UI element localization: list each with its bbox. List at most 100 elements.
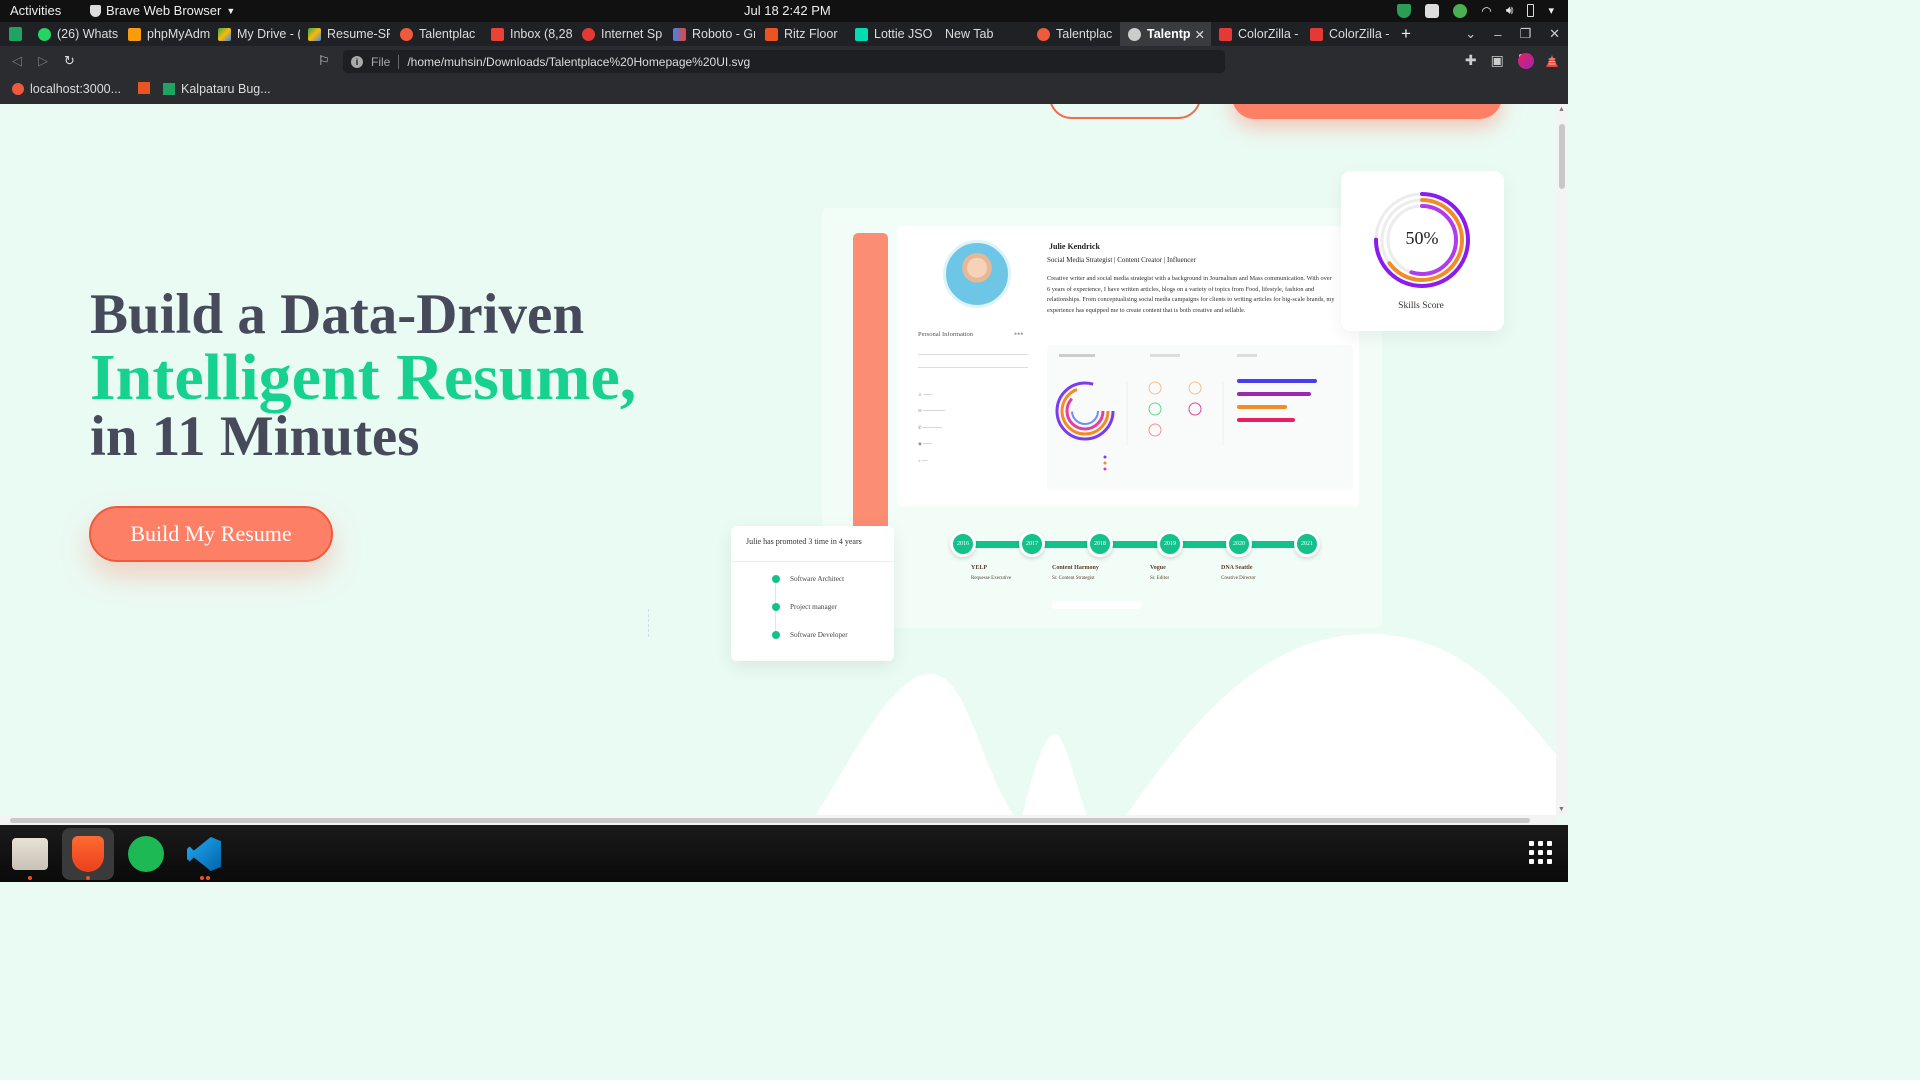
vertical-scrollbar[interactable]: ▲ ▼ (1556, 104, 1568, 815)
tab-talentplace-1[interactable]: Talentplac (392, 22, 482, 46)
decorative-hills (815, 634, 1556, 815)
about-text-placeholder (918, 354, 1028, 368)
colorzilla-icon (1219, 27, 1232, 41)
bookmark-ritz[interactable] (138, 82, 156, 94)
reload-icon[interactable]: ↻ (64, 53, 75, 69)
build-resume-button[interactable]: Build My Resume (89, 506, 333, 562)
avatar (943, 240, 1011, 308)
timeline-tooltip (1052, 601, 1142, 609)
tab-phpmyadmin[interactable]: phpMyAdm (120, 22, 210, 46)
tab-internet-speed[interactable]: Internet Sp (574, 22, 664, 46)
tab-new-tab[interactable]: New Tab (937, 22, 1027, 46)
grammarly-tray-icon[interactable] (1453, 3, 1468, 18)
tab-resume-sf[interactable]: Resume-SF (300, 22, 390, 46)
vscode-icon (187, 837, 221, 871)
promotion-item: Software Architect (772, 575, 844, 583)
spotify-app[interactable] (120, 828, 172, 880)
industry-overview-panel (1047, 345, 1353, 490)
volume-icon[interactable]: 🔊︎ (1506, 3, 1514, 18)
vertical-scroll-thumb[interactable] (1559, 124, 1565, 189)
promotion-item: Project manager (772, 603, 837, 611)
timeline-node: 2020 (1226, 531, 1252, 557)
industry-overview-chart (1055, 354, 1317, 471)
tab-talentplace-2[interactable]: Talentplac (1029, 22, 1119, 46)
restore-icon[interactable]: ❐ (1519, 26, 1531, 42)
ritz-icon (138, 82, 150, 94)
resume-role: Social Media Strategist | Content Creato… (1047, 256, 1196, 264)
horizontal-scrollbar[interactable] (0, 815, 1556, 825)
back-arrow-icon[interactable]: ◁ (12, 53, 22, 69)
google-drive-icon (218, 27, 231, 41)
show-apps-icon[interactable] (1529, 841, 1552, 864)
app-menu-label: Brave Web Browser (106, 3, 222, 18)
timeline-block-vogue: Vogue Sr. Editor (1150, 565, 1170, 581)
tab-gmail[interactable]: Inbox (8,28 (483, 22, 573, 46)
page-viewport: Build a Data-Driven Intelligent Resume, … (0, 104, 1556, 815)
timeline-node: 2018 (1087, 531, 1113, 557)
system-tray[interactable]: ◠ 🔊︎ ▾ (1397, 3, 1554, 18)
profile-avatar[interactable] (1517, 52, 1534, 69)
brave-lion-icon (90, 4, 101, 17)
extensions-icon[interactable]: ✚ (1465, 52, 1477, 69)
address-bar[interactable]: i File /home/muhsin/Downloads/Talentplac… (343, 50, 1558, 73)
toolbar-actions: ✚ ▣ ≡ (1465, 52, 1556, 69)
tab-search-chevron-icon[interactable]: ⌄ (1465, 26, 1476, 42)
phpmyadmin-icon (128, 27, 141, 41)
wifi-icon[interactable]: ◠ (1481, 4, 1491, 18)
colorzilla-icon (1310, 27, 1323, 41)
lottie-icon (855, 27, 868, 41)
tiktok-icon: ♪ ── (918, 458, 928, 463)
tab-colorzilla-1[interactable]: ColorZilla - (1211, 22, 1301, 46)
files-app[interactable] (4, 828, 56, 880)
speedometer-icon (582, 27, 595, 41)
close-tab-icon[interactable]: ✕ (1195, 27, 1205, 42)
bookmark-kalpataru[interactable]: Kalpataru Bug... (163, 82, 271, 96)
login-button[interactable] (1049, 104, 1201, 119)
battery-icon[interactable] (1527, 4, 1535, 17)
signup-button[interactable] (1232, 104, 1502, 119)
tab-google-drive[interactable]: My Drive - ( (210, 22, 300, 46)
app-menu[interactable]: Brave Web Browser ▼ (90, 3, 235, 18)
tab-strip: (26) Whats phpMyAdm My Drive - ( Resume-… (0, 22, 1568, 46)
slack-tray-icon[interactable] (1425, 3, 1440, 18)
vscode-app[interactable] (178, 828, 230, 880)
wallet-icon[interactable]: ▣ (1491, 52, 1504, 69)
sheets-tab-icon[interactable] (9, 27, 22, 41)
timeline-node: 2019 (1157, 531, 1183, 557)
tab-roboto[interactable]: Roboto - Gr (665, 22, 755, 46)
bookmark-localhost[interactable]: localhost:3000... (12, 82, 121, 96)
hero-heading-line3: in 11 Minutes (90, 405, 420, 468)
info-icon[interactable]: i (351, 55, 363, 68)
bookmark-icon[interactable]: ⚐ (318, 53, 330, 69)
tab-lottie[interactable]: Lottie JSO (847, 22, 937, 46)
talentplace-icon (400, 27, 413, 41)
person-icon: ♙ ─── (918, 392, 933, 397)
tab-talentplace-active[interactable]: Talentp ✕ (1120, 22, 1211, 46)
tab-whatsapp[interactable]: (26) Whats (30, 22, 120, 46)
close-window-icon[interactable]: ✕ (1549, 26, 1560, 42)
url-text[interactable]: /home/muhsin/Downloads/Talentplace%20Hom… (407, 55, 750, 69)
shield-tray-icon[interactable] (1397, 3, 1412, 18)
menu-icon[interactable]: ≡ (1548, 53, 1556, 69)
brave-lion-icon (72, 836, 104, 872)
scroll-up-icon[interactable]: ▲ (1558, 106, 1565, 113)
brave-app[interactable] (62, 828, 114, 880)
power-menu-icon[interactable]: ▾ (1548, 4, 1554, 17)
activities-button[interactable]: Activities (10, 3, 61, 18)
timeline-node: 2021 (1294, 531, 1320, 557)
hero-heading-line1: Build a Data-Driven (90, 283, 585, 346)
horizontal-scroll-thumb[interactable] (10, 818, 1530, 823)
minimize-icon[interactable]: – (1494, 27, 1501, 42)
clock[interactable]: Jul 18 2:42 PM (744, 3, 831, 18)
url-scheme: File (371, 54, 391, 69)
new-tab-button[interactable]: + (1401, 24, 1411, 44)
forward-arrow-icon[interactable]: ▷ (38, 53, 48, 69)
tab-ritz-floor[interactable]: Ritz Floor (757, 22, 847, 46)
taskbar-dock (0, 825, 1568, 882)
google-drive-icon (308, 27, 321, 41)
ritz-icon (765, 27, 778, 41)
scroll-down-icon[interactable]: ▼ (1558, 806, 1565, 813)
tab-colorzilla-2[interactable]: ColorZilla - (1302, 22, 1392, 46)
timeline-rail (962, 541, 1310, 548)
resume-name: Julie Kendrick (1049, 242, 1100, 251)
